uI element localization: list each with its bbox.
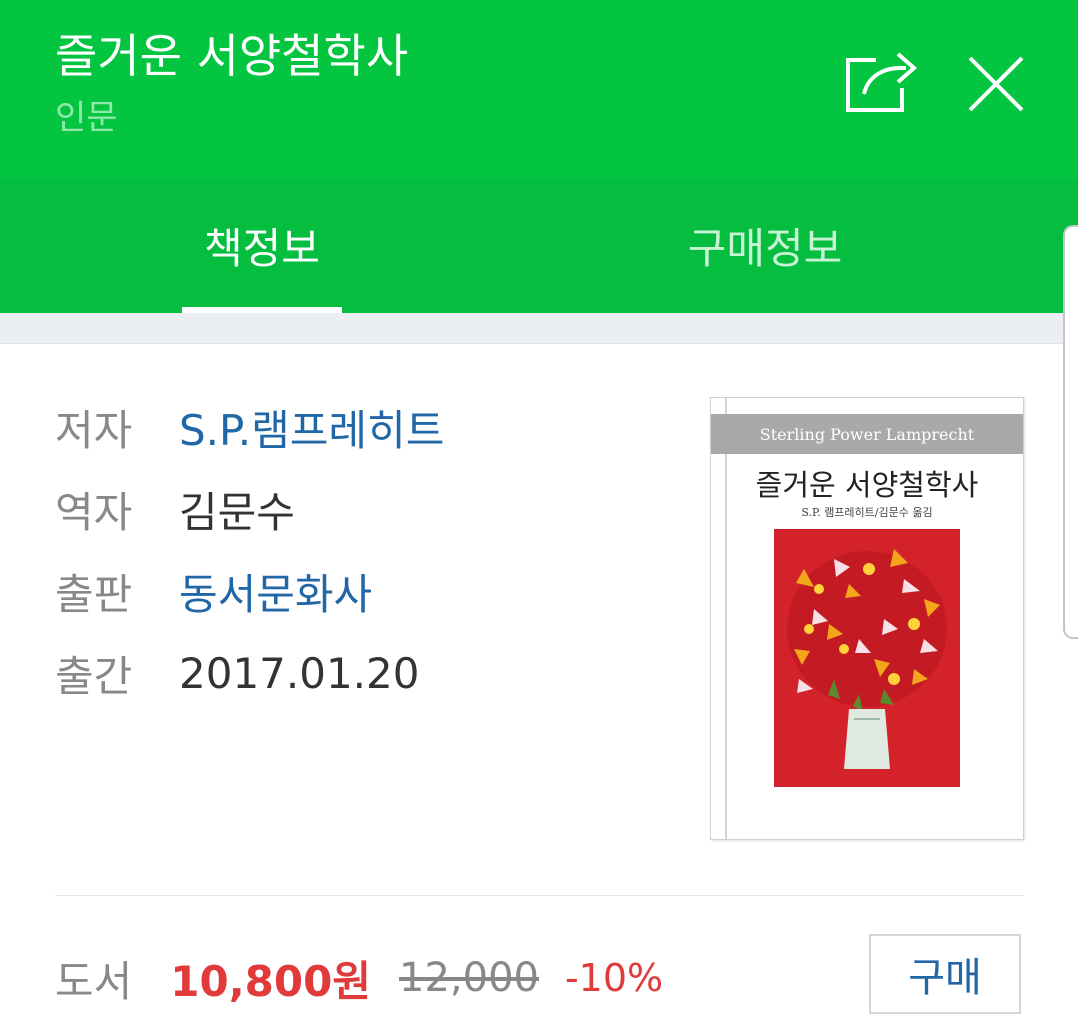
release-label: 출간 [55,651,133,701]
cover-author-band: Sterling Power Lamprecht [711,414,1023,454]
buy-button[interactable]: 구매 [869,934,1021,1014]
section-separator [0,313,1078,344]
price-divider [55,895,1023,896]
tab-book-info[interactable]: 책정보 [182,178,342,313]
cover-flower-painting [774,529,960,787]
cover-subtitle: S.P. 램프레히트/김문수 옮김 [801,506,933,519]
tab-bar: 책정보 구매정보 [0,178,1078,313]
scroll-handle[interactable] [1063,225,1078,639]
translator-label: 역자 [55,487,133,537]
book-category: 인문 [55,98,118,138]
original-price: 12,000 [399,955,539,1001]
book-info-list: 저자 S.P.램프레히트 역자 김문수 출판 동서문화사 출간 2017.01.… [55,386,444,714]
author-label: 저자 [55,405,133,455]
book-cover[interactable]: Sterling Power Lamprecht 즐거운 서양철학사 S.P. … [710,397,1024,840]
translator-value: 김문수 [179,487,295,537]
info-row-translator: 역자 김문수 [55,468,444,550]
close-button[interactable] [966,54,1026,114]
publisher-label: 출판 [55,569,133,619]
share-icon [846,52,918,112]
close-icon [968,56,1024,112]
publisher-link[interactable]: 동서문화사 [179,561,372,622]
book-title: 즐거운 서양철학사 [55,29,409,83]
info-row-author: 저자 S.P.램프레히트 [55,386,444,468]
price-type-label: 도서 [55,956,133,1006]
discount-rate: -10% [564,956,664,1000]
app-header: 즐거운 서양철학사 인문 [0,0,1078,178]
author-link[interactable]: S.P.램프레히트 [179,397,444,458]
tab-purchase-info[interactable]: 구매정보 [650,178,880,313]
info-row-publisher: 출판 동서문화사 [55,550,444,632]
sale-price: 10,800원 [170,956,371,1006]
release-date: 2017.01.20 [179,648,420,698]
cover-title: 즐거운 서양철학사 [755,468,979,502]
share-button[interactable] [842,48,920,114]
price-row: 도서 10,800원 12,000 -10% [55,948,663,1008]
info-row-release: 출간 2017.01.20 [55,632,444,714]
